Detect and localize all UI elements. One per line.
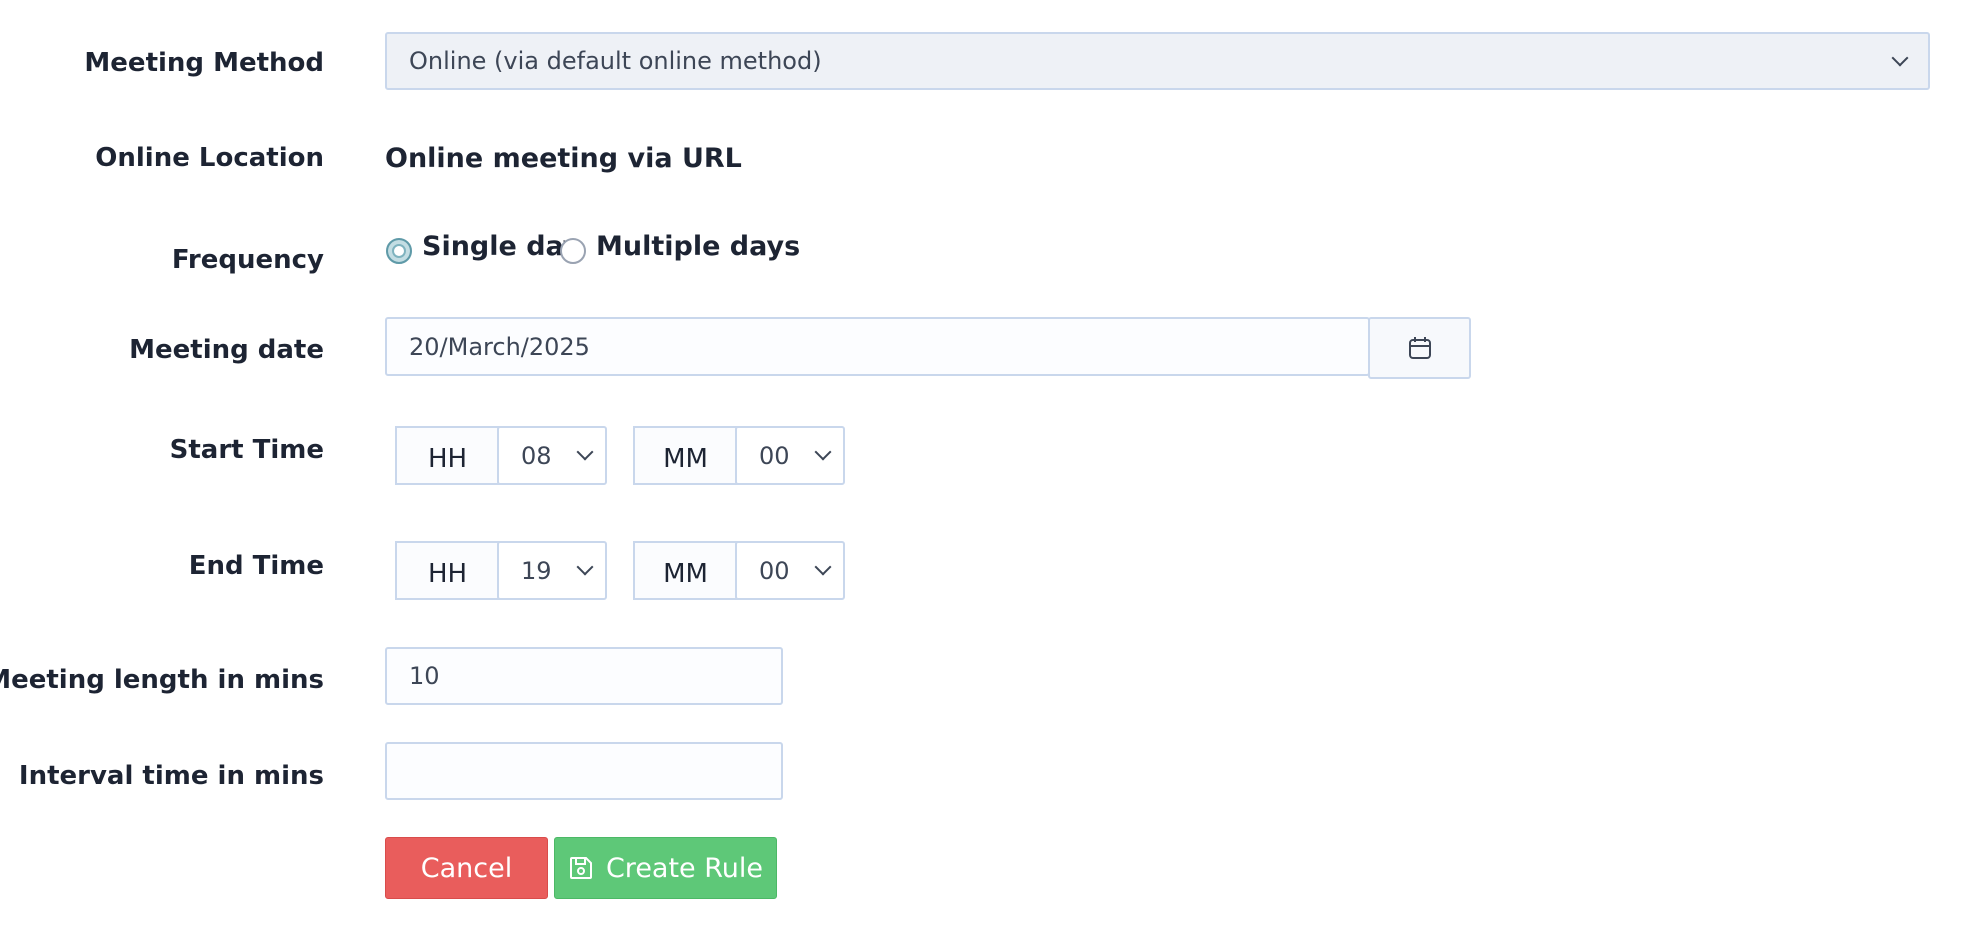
end-hour-select[interactable]: 19 bbox=[497, 541, 607, 600]
end-minute-value: 00 bbox=[759, 556, 790, 585]
radio-multiple-days-label[interactable]: Multiple days bbox=[596, 231, 800, 262]
start-hour-addon: HH bbox=[395, 426, 500, 485]
meeting-date-label: Meeting date bbox=[129, 335, 324, 365]
end-time-label: End Time bbox=[188, 551, 324, 581]
meeting-method-value: Online (via default online method) bbox=[409, 47, 822, 75]
interval-time-label: Interval time in mins bbox=[18, 761, 324, 791]
save-icon bbox=[568, 855, 594, 881]
chevron-down-icon bbox=[814, 558, 832, 576]
create-rule-button-label: Create Rule bbox=[605, 852, 764, 884]
frequency-label: Frequency bbox=[171, 245, 324, 275]
chevron-down-icon bbox=[576, 558, 594, 576]
calendar-button[interactable] bbox=[1368, 317, 1471, 379]
end-minute-addon: MM bbox=[633, 541, 738, 600]
end-hour-value: 19 bbox=[521, 556, 552, 585]
start-hour-value: 08 bbox=[521, 441, 552, 470]
meeting-method-label: Meeting Method bbox=[84, 48, 324, 78]
radio-single-day-label[interactable]: Single day bbox=[422, 231, 581, 262]
radio-multiple-days[interactable] bbox=[560, 238, 586, 264]
create-rule-button[interactable]: Create Rule bbox=[554, 837, 777, 899]
cancel-button-label: Cancel bbox=[420, 852, 513, 884]
chevron-down-icon bbox=[576, 443, 594, 461]
chevron-down-icon bbox=[1891, 49, 1909, 67]
start-minute-select[interactable]: 00 bbox=[735, 426, 845, 485]
end-hour-addon: HH bbox=[395, 541, 500, 600]
calendar-icon bbox=[1407, 335, 1433, 361]
online-location-value: Online meeting via URL bbox=[385, 143, 742, 174]
meeting-length-value: 10 bbox=[409, 662, 440, 690]
interval-time-input[interactable] bbox=[385, 742, 783, 800]
radio-single-day[interactable] bbox=[386, 238, 412, 264]
end-minute-select[interactable]: 00 bbox=[735, 541, 845, 600]
online-location-label: Online Location bbox=[95, 143, 324, 173]
start-minute-addon: MM bbox=[633, 426, 738, 485]
start-time-label: Start Time bbox=[169, 435, 324, 465]
meeting-length-label: Meeting length in mins bbox=[0, 665, 324, 695]
start-minute-value: 00 bbox=[759, 441, 790, 470]
meeting-date-input[interactable]: 20/March/2025 bbox=[385, 317, 1370, 376]
meeting-length-input[interactable]: 10 bbox=[385, 647, 783, 705]
meeting-method-select[interactable]: Online (via default online method) bbox=[385, 32, 1930, 90]
meeting-date-value: 20/March/2025 bbox=[409, 332, 590, 361]
start-hour-select[interactable]: 08 bbox=[497, 426, 607, 485]
chevron-down-icon bbox=[814, 443, 832, 461]
cancel-button[interactable]: Cancel bbox=[385, 837, 548, 899]
